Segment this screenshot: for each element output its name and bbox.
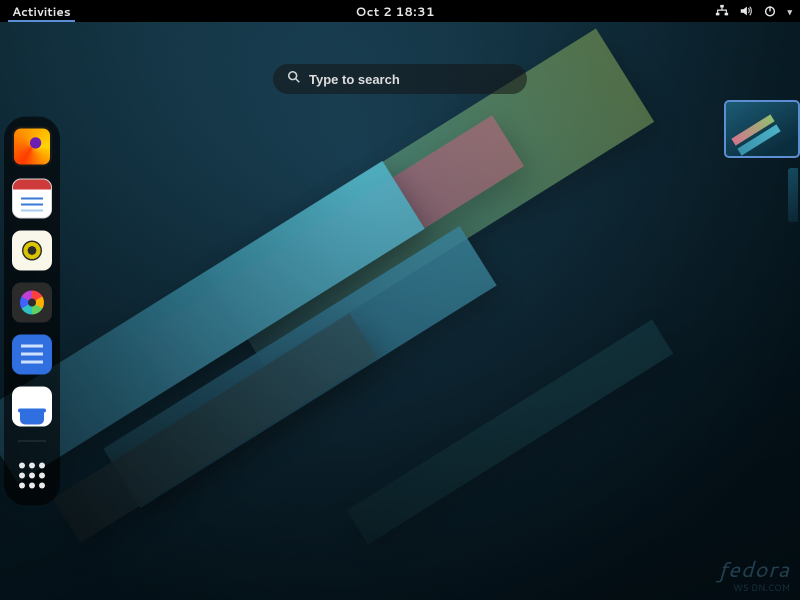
workspace-thumbnail-2[interactable]: [788, 168, 798, 222]
top-panel: Activities Oct 2 18:31 ▾: [0, 0, 800, 22]
overview-search[interactable]: [273, 64, 527, 94]
activities-button[interactable]: Activities: [8, 1, 75, 22]
watermark-text: fedora: [718, 554, 790, 585]
app-todo[interactable]: [12, 335, 52, 375]
app-software[interactable]: [12, 387, 52, 427]
show-applications-button[interactable]: [12, 456, 52, 496]
dash-separator: [18, 441, 46, 442]
wallpaper-decoration: [347, 320, 673, 545]
app-photos[interactable]: [12, 283, 52, 323]
workspace-switcher: [726, 102, 798, 222]
clock[interactable]: Oct 2 18:31: [75, 3, 716, 20]
chevron-down-icon: ▾: [787, 5, 792, 18]
system-menu[interactable]: ▾: [715, 4, 792, 18]
app-calendar[interactable]: [12, 179, 52, 219]
power-icon: [763, 4, 777, 18]
app-firefox[interactable]: [12, 127, 52, 167]
desktop-overview: fedora WS DN.COM: [0, 22, 800, 600]
search-icon: [287, 70, 301, 89]
app-rhythmbox[interactable]: [12, 231, 52, 271]
volume-icon: [739, 4, 753, 18]
dash: [4, 117, 60, 506]
watermark-subtext: WS DN.COM: [718, 581, 790, 594]
search-input[interactable]: [309, 72, 513, 87]
network-wired-icon: [715, 4, 729, 18]
distro-watermark: fedora WS DN.COM: [718, 554, 790, 594]
workspace-thumbnail-1[interactable]: [726, 102, 798, 156]
